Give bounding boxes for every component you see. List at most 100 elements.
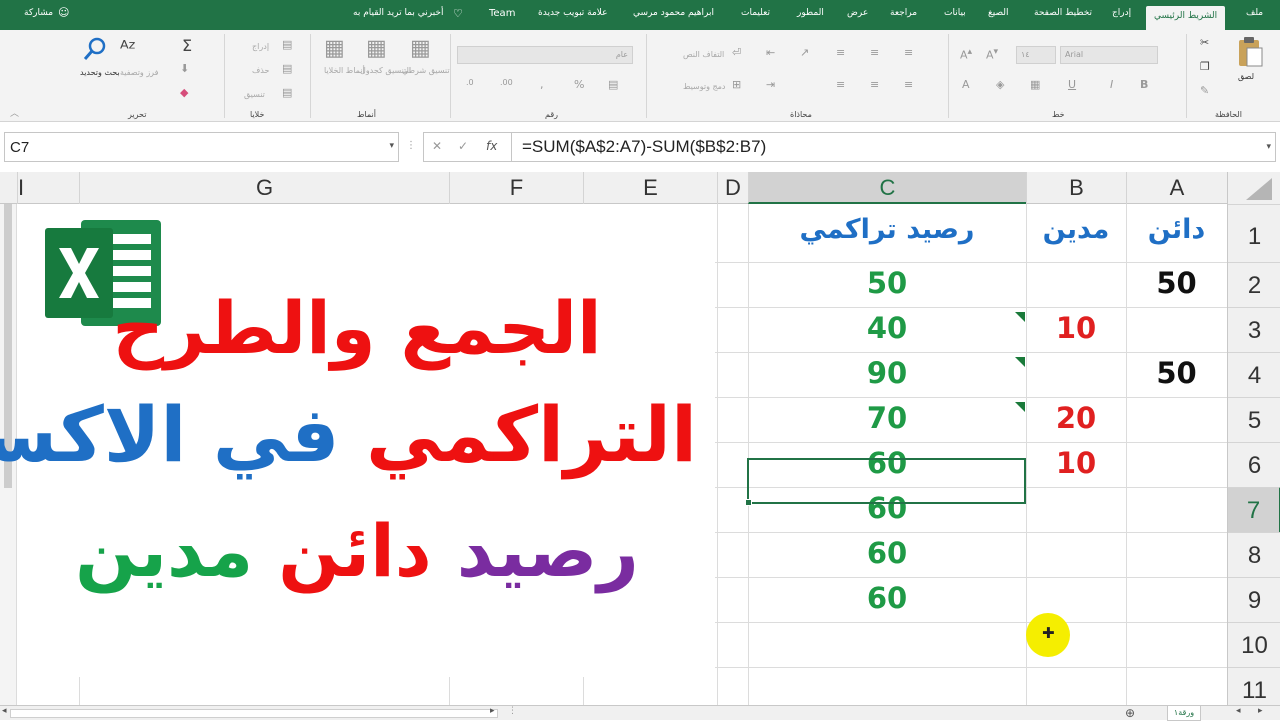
tab-developer[interactable]: المطور <box>797 8 824 18</box>
cell-c1[interactable]: رصيد تراكمي <box>748 214 1026 245</box>
column-header-i[interactable]: I <box>17 172 79 204</box>
tab-new[interactable]: علامة تبويب جديدة <box>538 8 608 18</box>
tab-home[interactable]: الشريط الرئيسي <box>1146 6 1226 30</box>
error-indicator-icon[interactable] <box>1015 357 1025 367</box>
clear-icon[interactable]: ◆ <box>180 86 188 99</box>
enter-icon[interactable]: ✓ <box>458 139 468 153</box>
paste-icon[interactable] <box>1236 36 1264 68</box>
cell-a4[interactable]: 50 <box>1126 356 1227 390</box>
tell-me-box[interactable]: أخبرني بما تريد القيام به <box>353 8 444 18</box>
tab-custom-user[interactable]: ابراهيم محمود مرسي <box>633 8 714 18</box>
cell-styles-button[interactable]: أنماط الخلايا <box>324 66 365 75</box>
comma-style-icon[interactable]: , <box>540 78 544 91</box>
column-header-b[interactable]: B <box>1026 172 1126 204</box>
column-header-e[interactable]: E <box>583 172 717 204</box>
cell-a1[interactable]: دائن <box>1126 214 1227 245</box>
grow-font-icon[interactable]: A▴ <box>960 46 972 62</box>
cell-c2[interactable]: 50 <box>748 266 1026 300</box>
error-indicator-icon[interactable] <box>1015 312 1025 322</box>
copy-icon[interactable]: ❐ <box>1200 60 1210 73</box>
find-select-icon[interactable] <box>82 36 108 62</box>
scroll-left-icon[interactable]: ◂ <box>2 706 7 716</box>
formula-input[interactable]: =SUM($A$2:A7)-SUM($B$2:B7) ▾ <box>511 132 1276 162</box>
tab-view[interactable]: عرض <box>847 8 868 18</box>
scroll-right-icon[interactable]: ▸ <box>490 706 495 716</box>
align-center-icon[interactable]: ≡ <box>870 78 879 91</box>
tab-help[interactable]: تعليمات <box>741 8 770 18</box>
horizontal-scrollbar[interactable] <box>10 709 498 718</box>
chevron-down-icon[interactable]: ▾ <box>389 140 394 151</box>
find-select-button[interactable]: بحث وتحديد <box>80 68 120 77</box>
collapse-ribbon-icon[interactable]: ︿ <box>10 106 19 119</box>
active-cell-selection[interactable] <box>745 458 1026 506</box>
insert-cells-button[interactable]: إدراج <box>252 42 269 51</box>
expand-formula-icon[interactable]: ▾ <box>1266 141 1271 152</box>
tab-split-icon[interactable]: ⋮ <box>508 706 517 716</box>
sort-filter-button[interactable]: فرز وتصفية <box>120 68 158 77</box>
format-as-table-button[interactable]: التنسيق كجدول <box>360 66 411 75</box>
prev-sheet-icon[interactable]: ◂ <box>1236 706 1241 716</box>
paste-label[interactable]: لصق <box>1238 72 1254 81</box>
row-header-2[interactable]: 2 <box>1228 262 1280 307</box>
sort-filter-icon[interactable]: ᴬᶻ <box>120 36 136 60</box>
cell-c4[interactable]: 90 <box>748 356 1026 390</box>
align-top-icon[interactable]: ≡ <box>904 46 913 59</box>
cell-b6[interactable]: 10 <box>1026 446 1126 480</box>
fill-icon[interactable]: ⬇ <box>180 62 189 75</box>
error-indicator-icon[interactable] <box>1015 402 1025 412</box>
cell-b5[interactable]: 20 <box>1026 401 1126 435</box>
fill-color-icon[interactable]: ◈ <box>996 78 1004 91</box>
shrink-font-icon[interactable]: A▾ <box>986 46 998 62</box>
format-painter-icon[interactable]: ✎ <box>1200 84 1209 97</box>
autosum-icon[interactable]: Σ <box>182 36 192 55</box>
orientation-icon[interactable]: ↗ <box>800 46 809 59</box>
underline-icon[interactable]: U <box>1068 78 1076 91</box>
cancel-icon[interactable]: ✕ <box>432 139 442 153</box>
column-header-f[interactable]: F <box>449 172 583 204</box>
font-size-box[interactable]: ١٤ <box>1016 46 1056 64</box>
row-header-4[interactable]: 4 <box>1228 352 1280 397</box>
font-color-icon[interactable]: A <box>962 78 970 91</box>
tab-data[interactable]: بيانات <box>944 8 966 18</box>
font-name-box[interactable]: Arial <box>1060 46 1158 64</box>
column-header-g[interactable]: G <box>79 172 449 204</box>
insert-function-icon[interactable]: fx <box>486 139 497 153</box>
tab-formulas[interactable]: الصيغ <box>988 8 1009 18</box>
conditional-format-icon[interactable]: ▦ <box>410 36 431 61</box>
row-header-8[interactable]: 8 <box>1228 532 1280 577</box>
align-bottom-icon[interactable]: ≡ <box>836 46 845 59</box>
sheet-tab[interactable]: ورقة١ <box>1167 706 1201 721</box>
more-options-icon[interactable]: ⋮ <box>406 140 416 151</box>
column-header-a[interactable]: A <box>1126 172 1227 204</box>
percent-icon[interactable]: % <box>574 78 584 91</box>
column-header-d[interactable]: D <box>717 172 748 204</box>
decrease-decimal-icon[interactable]: .0 <box>466 78 474 87</box>
indent-decrease-icon[interactable]: ⇤ <box>766 46 775 59</box>
row-header-5[interactable]: 5 <box>1228 397 1280 442</box>
name-box[interactable]: C7 ▾ <box>4 132 399 162</box>
cell-b1[interactable]: مدين <box>1026 214 1126 245</box>
share-button[interactable]: مشاركة <box>24 8 53 18</box>
select-all-button[interactable] <box>1227 172 1280 204</box>
row-header-11[interactable]: 11 <box>1228 667 1280 705</box>
merge-center-button[interactable]: دمج وتوسيط <box>683 82 726 91</box>
row-header-6[interactable]: 6 <box>1228 442 1280 487</box>
format-cells-button[interactable]: تنسيق <box>244 90 265 99</box>
borders-icon[interactable]: ▦ <box>1030 78 1040 91</box>
cell-styles-icon[interactable]: ▦ <box>324 36 345 61</box>
next-sheet-icon[interactable]: ▸ <box>1258 706 1263 716</box>
tab-file[interactable]: ملف <box>1246 8 1263 18</box>
wrap-text-button[interactable]: التفاف النص <box>683 50 724 59</box>
cut-icon[interactable]: ✂ <box>1200 36 1209 49</box>
cell-b3[interactable]: 10 <box>1026 311 1126 345</box>
cell-a2[interactable]: 50 <box>1126 266 1227 300</box>
row-header-1[interactable]: 1 <box>1228 204 1280 262</box>
row-header-9[interactable]: 9 <box>1228 577 1280 622</box>
tab-review[interactable]: مراجعة <box>890 8 917 18</box>
row-header-7[interactable]: 7 <box>1228 487 1280 532</box>
number-format-box[interactable]: عام <box>457 46 633 64</box>
delete-cells-button[interactable]: حذف <box>252 66 269 75</box>
bold-icon[interactable]: B <box>1140 78 1148 91</box>
tab-team[interactable]: Team <box>489 8 515 19</box>
tab-page-layout[interactable]: تخطيط الصفحة <box>1034 8 1092 18</box>
